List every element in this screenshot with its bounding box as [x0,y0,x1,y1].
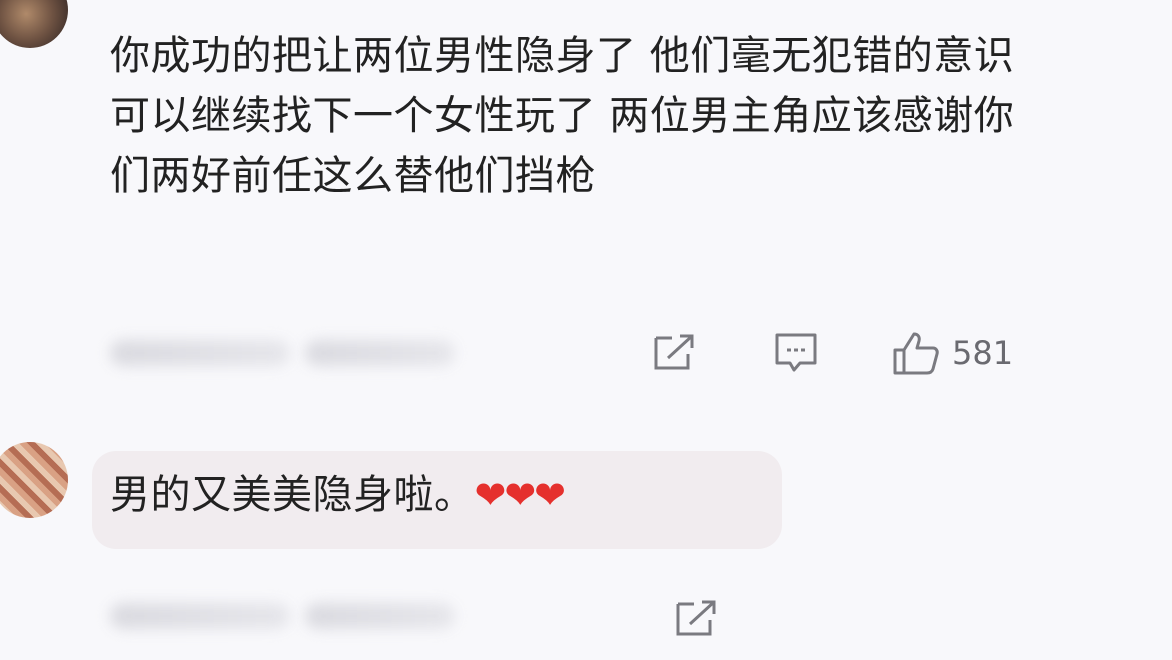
user-avatar-icon[interactable] [0,0,68,48]
comment-text-body: 男的又美美隐身啦。 [110,472,475,518]
comment-meta-blurred [110,603,290,629]
comment-location-blurred [305,603,455,629]
share-button[interactable] [652,332,696,372]
share-icon [676,600,716,636]
user-avatar-icon[interactable] [0,442,68,518]
comment-text: 你成功的把让两位男性隐身了 他们毫无犯错的意识可以继续找下一个女性玩了 两位男主… [110,33,1015,199]
comment-location-blurred [305,340,455,366]
comment-icon [775,333,817,372]
like-button[interactable]: 581 [892,330,1013,376]
comment-meta-blurred [110,340,290,366]
like-count: 581 [952,334,1014,372]
thumbs-up-icon [893,332,939,375]
share-icon [654,334,694,370]
heart-emoji: ❤❤❤ [474,473,567,517]
reply-button[interactable] [774,332,818,374]
comment-text: 男的又美美隐身啦。❤❤❤ [110,465,567,525]
share-button[interactable] [674,598,718,638]
